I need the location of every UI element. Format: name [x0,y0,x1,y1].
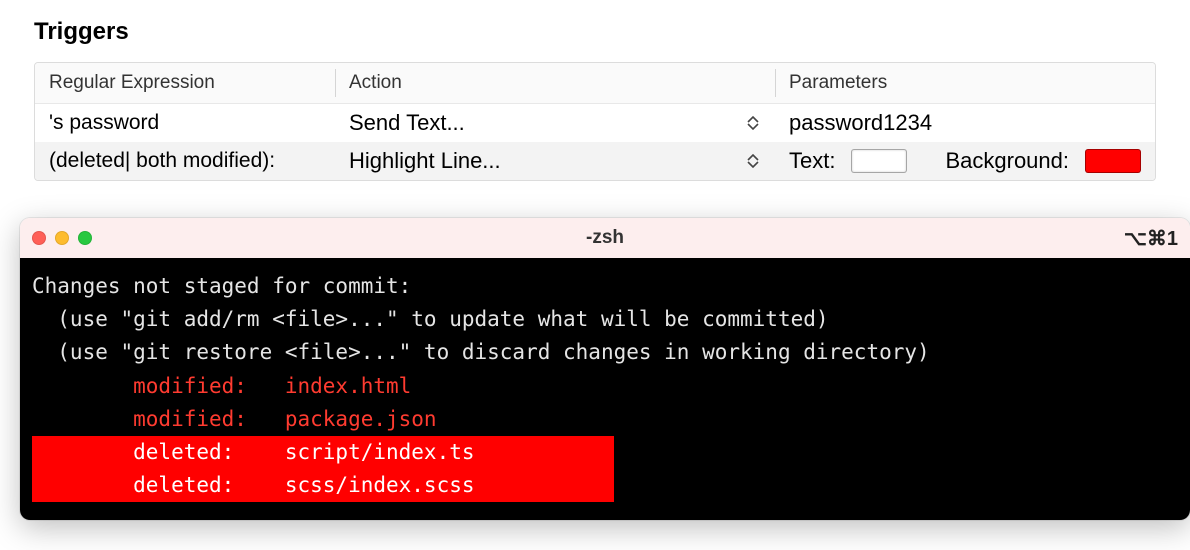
col-header-action[interactable]: Action [335,63,775,103]
text-color-label: Text: [789,148,835,174]
chevron-updown-icon[interactable] [745,112,761,134]
action-cell[interactable]: Send Text... [335,104,775,142]
text-color-swatch[interactable] [851,149,907,173]
zoom-icon[interactable] [78,231,92,245]
action-label: Highlight Line... [349,148,501,174]
triggers-table: Regular Expression Action Parameters 's … [34,62,1156,181]
action-label: Send Text... [349,110,465,136]
params-cell[interactable]: password1234 [775,104,1155,142]
params-text: password1234 [789,110,932,136]
table-row[interactable]: 's password Send Text... password1234 [35,104,1155,142]
section-title: Triggers [0,0,1190,62]
regex-cell[interactable]: 's password [35,105,335,141]
terminal-line: (use "git add/rm <file>..." to update wh… [32,303,1178,336]
col-header-params[interactable]: Parameters [775,63,1155,103]
close-icon[interactable] [32,231,46,245]
terminal-line: modified: index.html [32,370,1178,403]
traffic-lights [32,231,92,245]
terminal-line: modified: package.json [32,403,1178,436]
terminal-body[interactable]: Changes not staged for commit: (use "git… [20,258,1190,520]
terminal-shortcut: ⌥⌘1 [1124,226,1178,251]
regex-cell[interactable]: (deleted| both modified): [35,143,335,179]
col-header-regex[interactable]: Regular Expression [35,63,335,103]
terminal-line: deleted: scss/index.scss [32,469,1178,502]
action-cell[interactable]: Highlight Line... [335,142,775,180]
table-row[interactable]: (deleted| both modified): Highlight Line… [35,142,1155,180]
terminal-line: Changes not staged for commit: [32,270,1178,303]
table-header-row: Regular Expression Action Parameters [35,63,1155,104]
terminal-window: -zsh ⌥⌘1 Changes not staged for commit: … [20,218,1190,520]
terminal-line: deleted: script/index.ts [32,436,1178,469]
background-color-swatch[interactable] [1085,149,1141,173]
params-cell: Text: Background: [775,142,1155,180]
terminal-title: -zsh [20,227,1190,249]
minimize-icon[interactable] [55,231,69,245]
background-color-label: Background: [945,148,1069,174]
terminal-titlebar[interactable]: -zsh ⌥⌘1 [20,218,1190,258]
terminal-line: (use "git restore <file>..." to discard … [32,336,1178,369]
chevron-updown-icon[interactable] [745,150,761,172]
